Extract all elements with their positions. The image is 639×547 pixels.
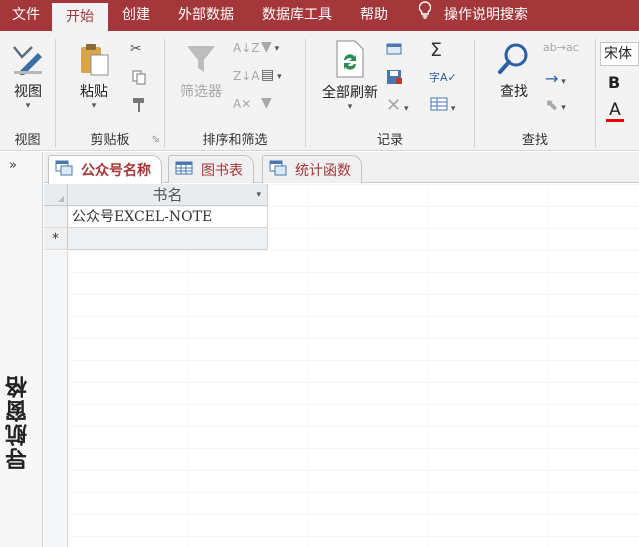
paste-icon bbox=[81, 44, 109, 76]
sort-descending-icon[interactable]: Z↓A bbox=[233, 69, 259, 83]
query-icon bbox=[269, 160, 287, 180]
column-header-label: 书名 bbox=[152, 186, 183, 204]
tab-create[interactable]: 创建 bbox=[108, 0, 164, 31]
new-row-selector[interactable]: * bbox=[44, 228, 68, 250]
totals-sigma-icon[interactable]: Σ bbox=[430, 39, 442, 61]
group-label-find: 查找 bbox=[521, 133, 548, 148]
tab-database-tools[interactable]: 数据库工具 bbox=[248, 0, 346, 31]
tab-home[interactable]: 开始 bbox=[52, 3, 108, 31]
chevron-down-icon: ▾ bbox=[91, 101, 97, 111]
delete-record-icon[interactable]: ✕ ▾ bbox=[386, 95, 408, 116]
paste-button[interactable]: 粘贴 ▾ bbox=[72, 41, 116, 111]
clear-sort-icon[interactable]: A✕ bbox=[233, 97, 251, 111]
format-painter-icon[interactable] bbox=[131, 97, 147, 117]
doc-tab-label: 图书表 bbox=[201, 162, 243, 179]
select-all-corner[interactable] bbox=[44, 184, 68, 206]
cut-icon[interactable]: ✂ bbox=[130, 41, 142, 57]
nav-pane-toggle[interactable]: » bbox=[9, 158, 17, 173]
ribbon: 视图 ▾ 视图 粘贴 ▾ ✂ 剪贴板 ⬂ 筛选器 A↓Z Z↓A A✕ ▼ ▾ … bbox=[0, 31, 639, 151]
doc-tab-label: 公众号名称 bbox=[81, 163, 151, 179]
group-sort-filter: 筛选器 A↓Z Z↓A A✕ ▼ ▾ ▤ ▾ ▼ 排序和筛选 bbox=[165, 31, 305, 151]
refresh-all-label: 全部刷新 bbox=[322, 85, 378, 101]
tab-file[interactable]: 文件 bbox=[0, 0, 52, 31]
spelling-icon[interactable]: 字A✓ bbox=[429, 69, 457, 85]
save-record-icon[interactable] bbox=[386, 69, 404, 89]
view-button-label: 视图 bbox=[14, 84, 42, 100]
group-label-records: 记录 bbox=[376, 133, 403, 148]
group-divider bbox=[595, 39, 596, 147]
doc-tab-query-name[interactable]: 公众号名称 bbox=[48, 155, 162, 184]
group-label-sort-filter: 排序和筛选 bbox=[202, 133, 268, 148]
group-label-clipboard: 剪贴板 bbox=[90, 133, 130, 148]
document-area: 公众号名称 图书表 统计函数 书名 ▾ 公众号EXCEL-NOTE * bbox=[44, 152, 639, 547]
nav-pane-title[interactable]: 导航窗格 bbox=[3, 374, 35, 470]
tell-me-search[interactable]: 操作说明搜索 bbox=[402, 0, 542, 31]
filter-button[interactable]: 筛选器 bbox=[173, 41, 229, 101]
find-button-label: 查找 bbox=[500, 84, 528, 100]
replace-icon[interactable]: ab→ac bbox=[543, 41, 579, 54]
select-pointer-icon[interactable]: ⬉ ▾ bbox=[545, 95, 566, 114]
font-name-box[interactable]: 宋体 bbox=[600, 42, 639, 66]
paste-button-label: 粘贴 bbox=[80, 84, 108, 100]
bold-button[interactable]: B bbox=[608, 73, 620, 92]
navigation-pane: » 导航窗格 bbox=[0, 152, 43, 547]
document-tab-strip: 公众号名称 图书表 统计函数 bbox=[44, 152, 639, 184]
find-button[interactable]: 查找 bbox=[489, 41, 539, 101]
new-record-icon[interactable] bbox=[386, 41, 404, 59]
lightbulb-icon bbox=[416, 0, 434, 30]
sort-ascending-icon[interactable]: A↓Z bbox=[233, 41, 259, 55]
row-selector-column bbox=[44, 251, 68, 547]
datasheet-grid: 书名 ▾ 公众号EXCEL-NOTE * bbox=[44, 184, 639, 547]
advanced-filter-icon[interactable]: ▤ ▾ bbox=[261, 67, 282, 83]
tell-me-label: 操作说明搜索 bbox=[444, 7, 528, 23]
tab-external-data[interactable]: 外部数据 bbox=[164, 0, 248, 31]
table-icon bbox=[175, 161, 193, 179]
group-records: 全部刷新 ▾ ✕ ▾ Σ 字A✓ ▾ 记录 bbox=[306, 31, 474, 151]
chevron-down-icon: ▾ bbox=[25, 101, 31, 111]
query-icon bbox=[55, 160, 73, 180]
design-view-icon bbox=[13, 46, 42, 75]
selection-filter-icon[interactable]: ▼ ▾ bbox=[261, 39, 279, 55]
copy-icon[interactable] bbox=[131, 69, 147, 89]
doc-tab-book-table[interactable]: 图书表 bbox=[168, 155, 254, 183]
ribbon-tab-bar: 文件 开始 创建 外部数据 数据库工具 帮助 操作说明搜索 bbox=[0, 0, 639, 31]
refresh-all-button[interactable]: 全部刷新 ▾ bbox=[314, 39, 386, 112]
more-records-icon[interactable]: ▾ bbox=[430, 97, 455, 115]
view-button[interactable]: 视图 ▾ bbox=[6, 41, 50, 111]
group-clipboard: 粘贴 ▾ ✂ 剪贴板 ⬂ bbox=[56, 31, 164, 151]
doc-tab-label: 统计函数 bbox=[295, 162, 351, 179]
chevron-down-icon: ▾ bbox=[347, 102, 353, 112]
tab-help[interactable]: 帮助 bbox=[346, 0, 402, 31]
doc-tab-stat-functions[interactable]: 统计函数 bbox=[262, 155, 362, 183]
chevron-down-icon[interactable]: ▾ bbox=[256, 184, 261, 206]
font-color-button[interactable]: A bbox=[606, 101, 624, 122]
group-view: 视图 ▾ 视图 bbox=[0, 31, 55, 151]
row-selector[interactable] bbox=[44, 206, 68, 228]
filter-button-label: 筛选器 bbox=[180, 84, 222, 100]
filter-funnel-icon bbox=[187, 46, 215, 72]
group-find: 查找 ab→ac → ▾ ⬉ ▾ 查找 bbox=[475, 31, 595, 151]
table-cell[interactable]: 公众号EXCEL-NOTE bbox=[68, 206, 268, 228]
new-record-cell[interactable] bbox=[68, 228, 268, 250]
toggle-filter-icon[interactable]: ▼ bbox=[261, 95, 272, 111]
goto-arrow-icon[interactable]: → ▾ bbox=[545, 69, 566, 88]
refresh-icon bbox=[336, 40, 364, 78]
column-header-book-name[interactable]: 书名 ▾ bbox=[68, 184, 268, 206]
group-label-view: 视图 bbox=[14, 133, 41, 148]
magnifier-icon bbox=[498, 43, 528, 74]
dialog-launcher-icon[interactable]: ⬂ bbox=[152, 134, 160, 145]
